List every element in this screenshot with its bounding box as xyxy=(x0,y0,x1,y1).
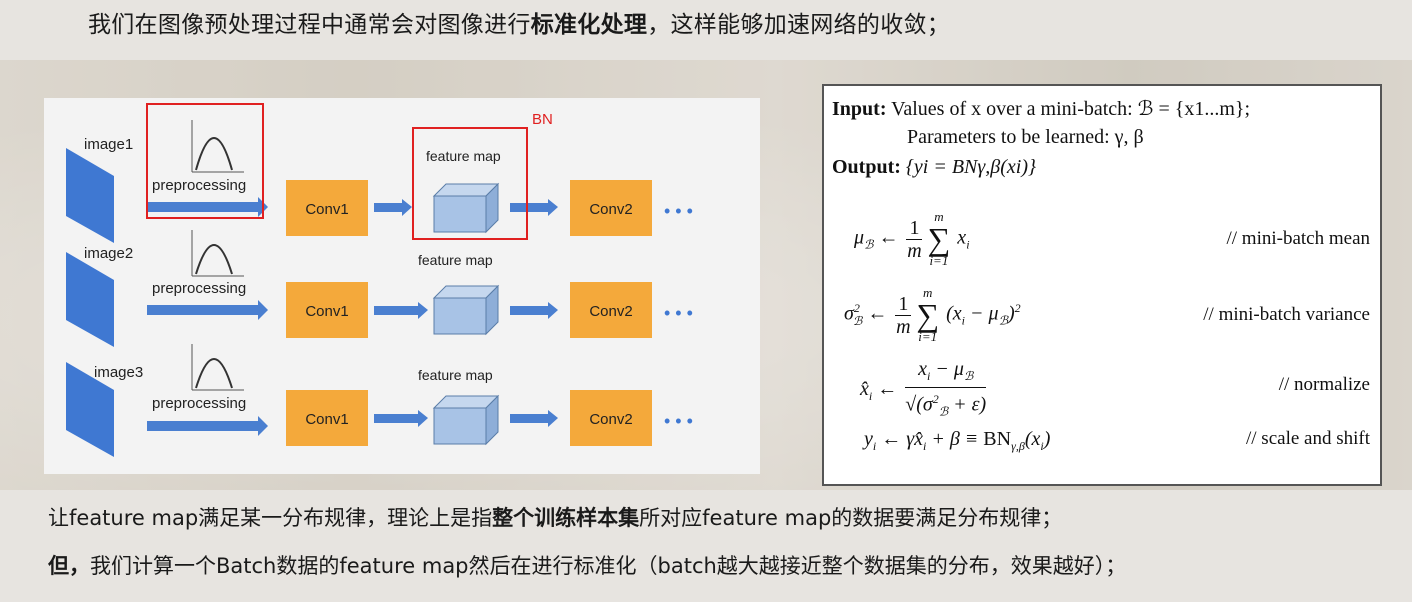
arrow xyxy=(147,421,260,431)
comment-mean: // mini-batch mean xyxy=(1226,228,1370,249)
pipeline-row-2: image2 preprocessing Conv1 feature map C… xyxy=(66,230,693,347)
line2-suffix: 所对应feature map的数据要满足分布规律； xyxy=(639,506,1063,530)
headline-bold: 标准化处理 xyxy=(530,12,648,38)
feature-map-cube xyxy=(432,284,500,336)
distribution-curve-icon xyxy=(191,120,244,173)
preprocessing-label: preprocessing xyxy=(152,280,246,297)
feature-map-label: feature map xyxy=(418,252,493,268)
arrow xyxy=(374,414,420,423)
output-label: Output: xyxy=(832,156,901,178)
headline-suffix: ，这样能够加速网络的收敛； xyxy=(647,12,951,38)
arrow xyxy=(510,414,550,423)
image-icon xyxy=(66,148,114,243)
preprocessing-label: preprocessing xyxy=(152,395,246,412)
line2-text: 让feature map满足某一分布规律，理论上是指 xyxy=(48,506,493,530)
line3-bold: 但， xyxy=(48,554,90,578)
continuation-dots: • • • xyxy=(664,411,693,431)
feature-map-label: feature map xyxy=(418,367,493,383)
comment-normalize: // normalize xyxy=(1278,374,1370,395)
input-text: Values of x over a mini-batch: ℬ = {x1..… xyxy=(891,98,1251,120)
conv1-label: Conv1 xyxy=(305,303,348,320)
formula-mean: μℬ ← 1 m m ∑ i=1 xi xyxy=(854,209,970,268)
feature-map-cube xyxy=(432,182,500,234)
conv2-label: Conv2 xyxy=(589,411,632,428)
pipeline-row-3: image3 preprocessing Conv1 feature map C… xyxy=(66,344,693,457)
line2-bold: 整个训练样本集 xyxy=(492,506,640,530)
conv1-label: Conv1 xyxy=(305,411,348,428)
arrow xyxy=(374,203,404,212)
conv2-label: Conv2 xyxy=(589,201,632,218)
headline: 我们在图像预处理过程中通常会对图像进行标准化处理，这样能够加速网络的收敛； xyxy=(88,8,950,42)
comment-variance: // mini-batch variance xyxy=(1203,304,1370,325)
preprocessing-highlight xyxy=(146,103,264,219)
continuation-dots: • • • xyxy=(664,201,693,221)
explanation-line-2: 但，我们计算一个Batch数据的feature map然后在进行标准化（batc… xyxy=(48,550,1126,582)
explanation-line-1: 让feature map满足某一分布规律，理论上是指整个训练样本集所对应feat… xyxy=(48,502,1062,534)
arrow xyxy=(374,306,420,315)
line3-text: 我们计算一个Batch数据的feature map然后在进行标准化（batch越… xyxy=(90,554,1127,578)
distribution-curve-icon xyxy=(191,344,244,391)
arrow xyxy=(147,202,260,212)
feature-map-label: feature map xyxy=(426,148,501,164)
output-text: {yi = BNγ,β(xi)} xyxy=(905,156,1036,178)
image-icon xyxy=(66,252,114,347)
image-label: image3 xyxy=(94,364,143,381)
bn-pipeline-diagram: image1 preprocessing Conv1 feature map C… xyxy=(44,98,760,474)
preprocessing-label: preprocessing xyxy=(152,177,246,194)
batchnorm-algorithm-box: Input: Values of x over a mini-batch: ℬ … xyxy=(822,84,1382,486)
algo-input-line: Input: Values of x over a mini-batch: ℬ … xyxy=(832,96,1250,121)
input-label: Input: xyxy=(832,98,887,120)
continuation-dots: • • • xyxy=(664,303,693,323)
formula-normalize: x̂i ← xi − μℬ √(σ2ℬ + ε) xyxy=(860,358,987,419)
feature-map-cube xyxy=(432,394,500,446)
headline-text: 我们在图像预处理过程中通常会对图像进行 xyxy=(88,12,531,38)
conv1-label: Conv1 xyxy=(305,201,348,218)
pipeline-row-1: image1 preprocessing Conv1 feature map C… xyxy=(66,120,693,243)
arrow xyxy=(147,305,260,315)
image-label: image1 xyxy=(84,136,133,153)
conv2-label: Conv2 xyxy=(589,303,632,320)
arrow xyxy=(510,203,550,212)
bn-label: BN xyxy=(532,111,553,128)
distribution-curve-icon xyxy=(191,230,244,277)
arrow xyxy=(510,306,550,315)
pipeline-svg: image1 preprocessing Conv1 feature map C… xyxy=(66,103,693,457)
algo-params-line: Parameters to be learned: γ, β xyxy=(907,126,1144,148)
image-label: image2 xyxy=(84,245,133,262)
formula-scale-shift: yi ← γx̂i + β ≡ BNγ,β(xi) xyxy=(864,428,1051,453)
comment-scale-shift: // scale and shift xyxy=(1246,428,1370,449)
formula-variance: σ2ℬ ← 1 m m ∑ i=1 (xi − μℬ)2 xyxy=(844,285,1021,344)
algo-output-line: Output: {yi = BNγ,β(xi)} xyxy=(832,156,1036,179)
